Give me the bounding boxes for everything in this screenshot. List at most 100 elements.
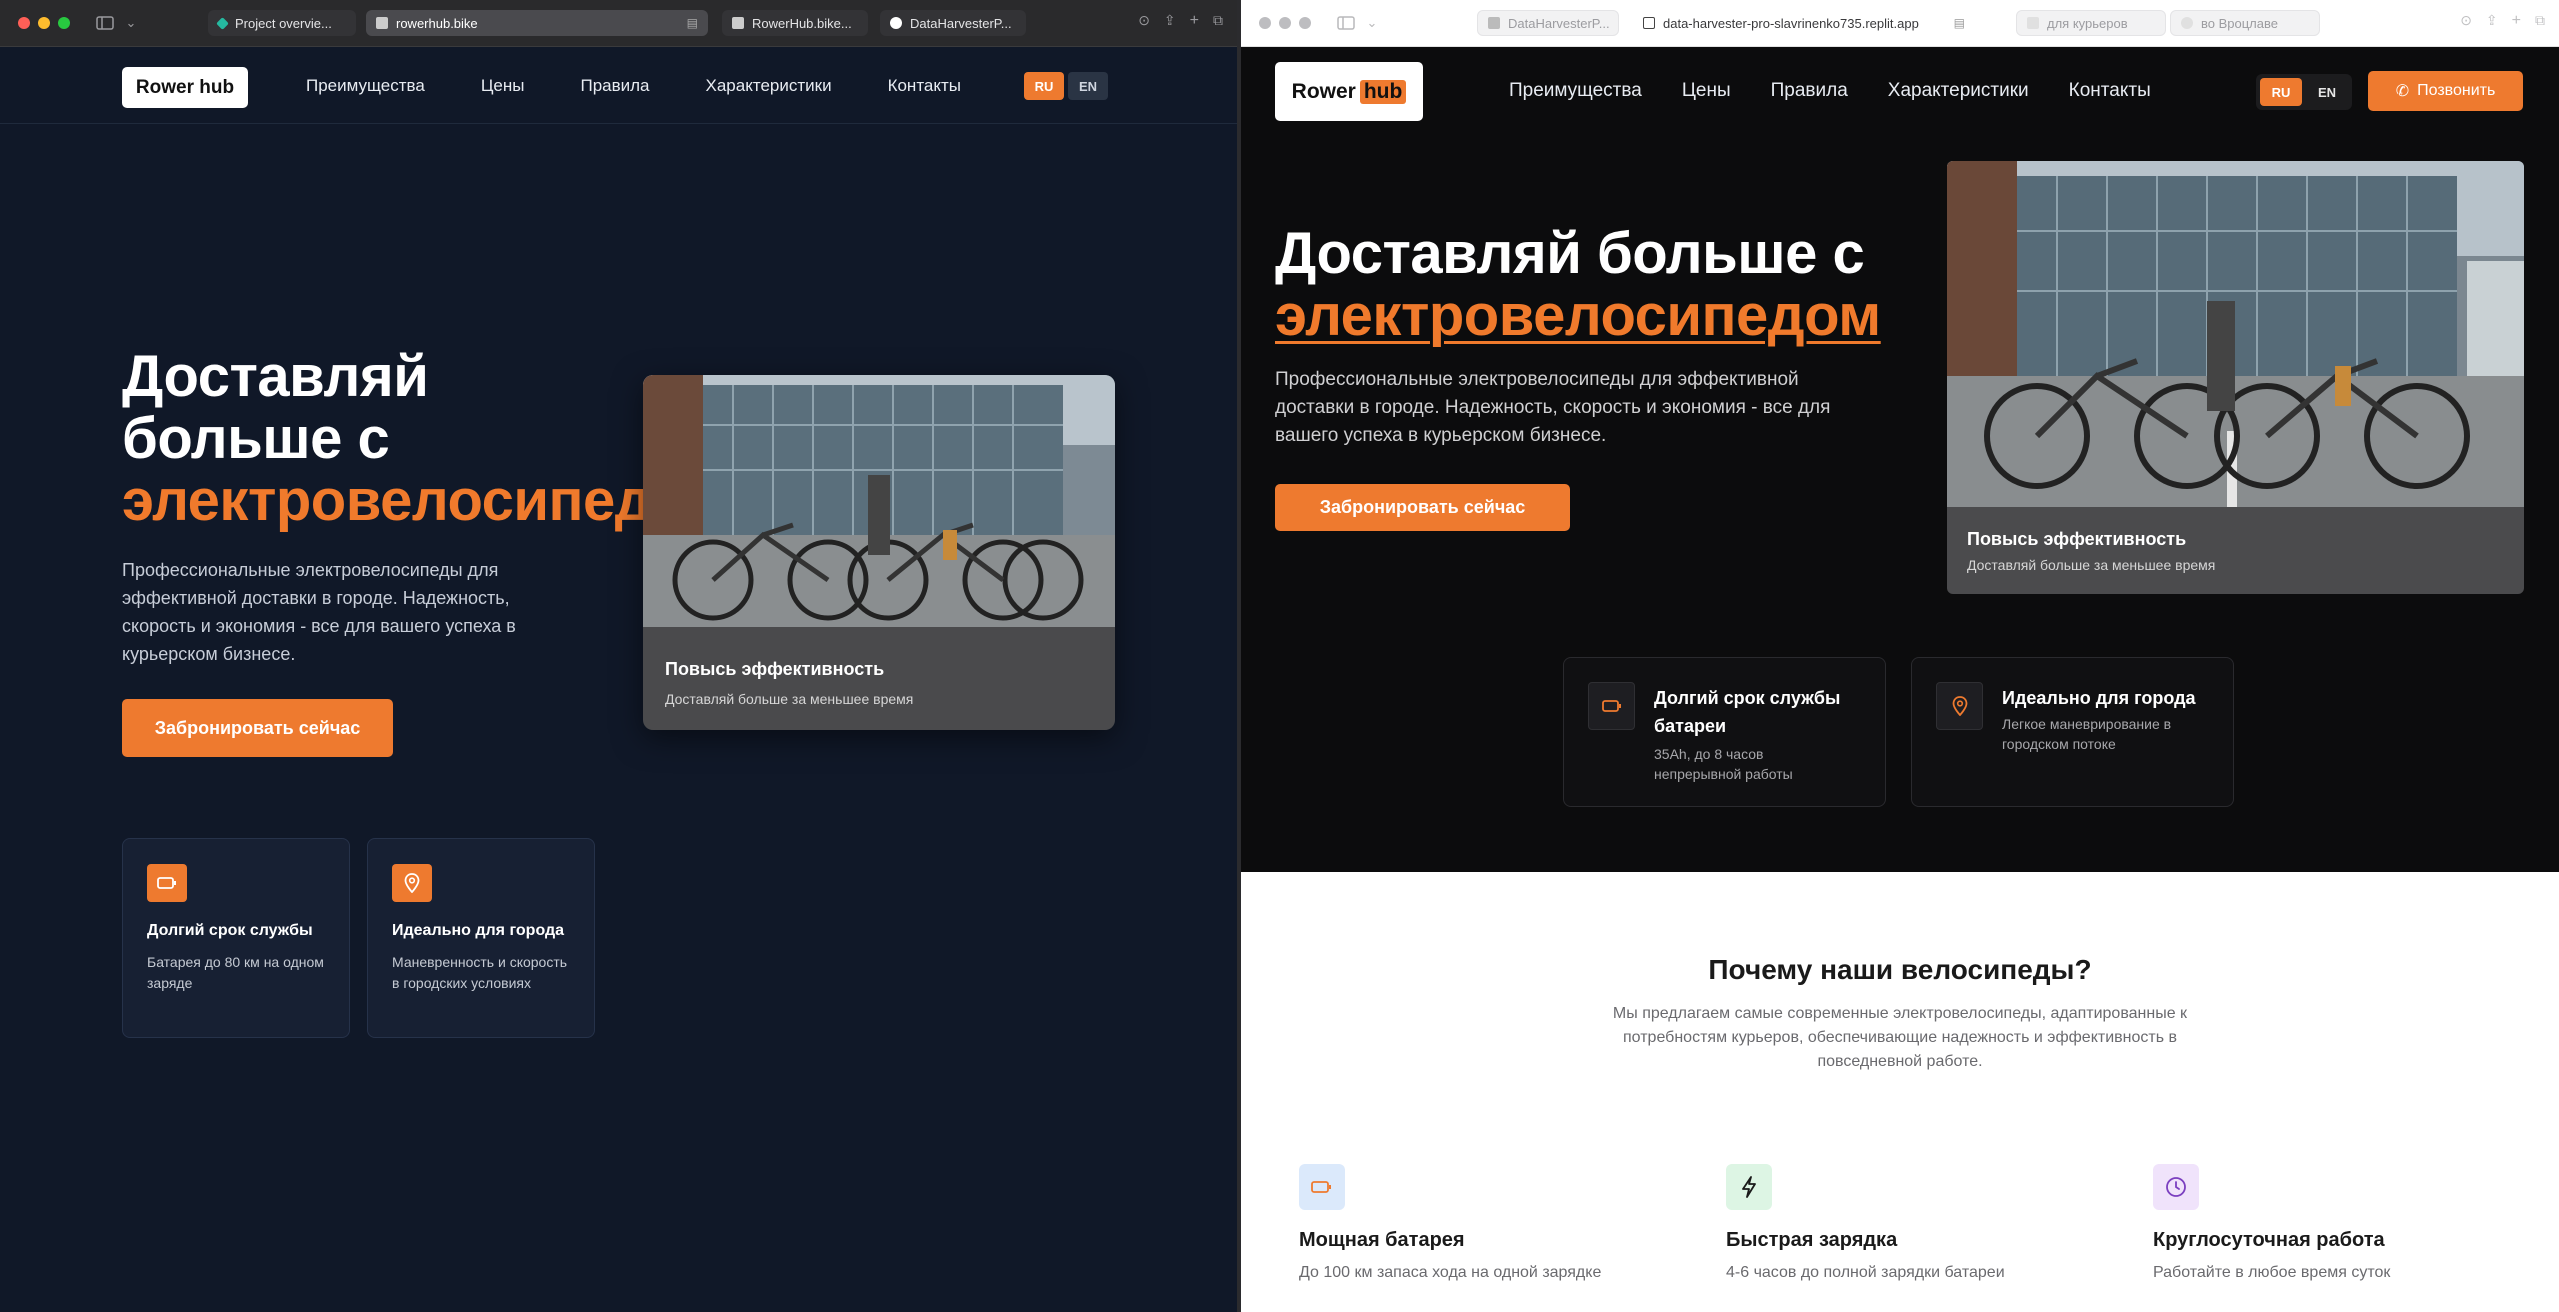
lang-ru-button[interactable]: RU: [1024, 72, 1064, 100]
share-icon[interactable]: ⇪: [2486, 12, 2498, 30]
nav-contacts[interactable]: Контакты: [888, 76, 961, 96]
tab-active[interactable]: rowerhub.bike ▤: [366, 10, 708, 36]
tab[interactable]: Project overvie...: [208, 10, 356, 36]
tab-favicon-icon: [376, 17, 388, 29]
feature-text-line: 35Ah, до 8 часов: [1654, 746, 1764, 762]
download-icon[interactable]: ⊙: [1138, 12, 1150, 30]
tab[interactable]: RowerHub.bike...: [722, 10, 868, 36]
minimize-window-button[interactable]: [1279, 17, 1291, 29]
hero-description: Профессиональные электровелосипеды для э…: [122, 560, 516, 664]
lang-en-button[interactable]: EN: [1068, 72, 1108, 100]
tab-label: data-harvester-pro-slavrinenko735.replit…: [1663, 15, 1919, 31]
sidebar-toggle-icon[interactable]: [92, 13, 118, 33]
clock-icon: [2153, 1164, 2199, 1210]
hero-title-accent: электровелосипед: [122, 470, 652, 532]
minimize-window-button[interactable]: [38, 17, 50, 29]
feature-title-line: батареи: [1654, 716, 1727, 736]
logo-text-accent: hub: [1359, 79, 1407, 104]
logo[interactable]: Rower hub: [122, 67, 248, 108]
nav-specs[interactable]: Характеристики: [706, 76, 832, 96]
tab-label: DataHarvesterP...: [1508, 15, 1610, 31]
feature-title-line: Идеально для города: [2002, 688, 2196, 708]
photo-caption: Повысь эффективность Доставляй больше за…: [1947, 507, 2524, 594]
lang-en-button[interactable]: EN: [2306, 78, 2348, 106]
tab-favicon-icon: [1643, 17, 1655, 29]
benefit-title: Мощная батарея: [1299, 1229, 1465, 1251]
book-now-button[interactable]: Забронировать сейчас: [122, 699, 393, 757]
chevron-down-icon[interactable]: ⌄: [118, 13, 144, 33]
feature-card: Идеально для города Маневренность и скор…: [367, 838, 595, 1038]
feature-card: Долгий срок службы батареи 35Ah, до 8 ча…: [1563, 657, 1886, 807]
photo-caption-title: Повысь эффективность: [665, 659, 885, 679]
right-browser-window: ⌄ DataHarvesterP... data-harvester-pro-s…: [1241, 0, 2559, 1312]
feature-text-line: городском потоке: [2002, 736, 2116, 752]
call-button[interactable]: ✆ Позвонить: [2368, 71, 2523, 111]
tab-overview-icon[interactable]: ⧉: [1213, 12, 1223, 30]
nav-prices[interactable]: Цены: [1682, 80, 1731, 102]
benefit-text: До 100 км запаса хода на одной зарядке: [1299, 1264, 1602, 1281]
download-icon[interactable]: ⊙: [2460, 12, 2472, 30]
browser-toolbar: ⌄ DataHarvesterP... data-harvester-pro-s…: [1241, 0, 2559, 47]
browser-toolbar: ⌄ Project overvie... rowerhub.bike ▤ Row…: [0, 0, 1237, 47]
book-now-label: Забронировать сейчас: [154, 717, 361, 738]
new-tab-icon[interactable]: +: [1190, 12, 1199, 30]
tab-label: для курьеров: [2047, 15, 2128, 31]
nav-contacts[interactable]: Контакты: [2069, 80, 2151, 102]
photo-caption: Повысь эффективность Доставляй больше за…: [643, 627, 1115, 730]
nav-rules[interactable]: Правила: [580, 76, 649, 96]
tab-active[interactable]: data-harvester-pro-slavrinenko735.replit…: [1633, 10, 1975, 36]
lang-ru-button[interactable]: RU: [2260, 78, 2302, 106]
tab[interactable]: DataHarvesterP...: [880, 10, 1026, 36]
hero-title: Доставляй больше с электровелосипед: [122, 346, 652, 532]
map-pin-icon: [1936, 682, 1983, 730]
main-nav: Преимущества Цены Правила Характеристики…: [306, 76, 961, 96]
hero-description: Профессиональные электровелосипеды для э…: [1275, 369, 1831, 446]
close-window-button[interactable]: [1259, 17, 1271, 29]
toolbar-actions: ⊙ ⇪ + ⧉: [1138, 12, 1223, 30]
reader-icon[interactable]: ▤: [1954, 16, 1965, 30]
zoom-window-button[interactable]: [58, 17, 70, 29]
why-title: Почему наши велосипеды?: [1708, 954, 2092, 985]
toolbar-actions: ⊙ ⇪ + ⧉: [2460, 12, 2545, 30]
nav-advantages[interactable]: Преимущества: [306, 76, 425, 96]
feature-card: Идеально для города Легкое маневрировани…: [1911, 657, 2234, 807]
book-now-label: Забронировать сейчас: [1319, 497, 1526, 517]
hero-photo-card: Повысь эффективность Доставляй больше за…: [1947, 161, 2524, 594]
tab[interactable]: во Вроцлаве: [2170, 10, 2320, 36]
tab[interactable]: DataHarvesterP...: [1477, 10, 1619, 36]
logo[interactable]: Rower hub: [1275, 62, 1423, 121]
close-window-button[interactable]: [18, 17, 30, 29]
benefit-title: Круглосуточная работа: [2153, 1229, 2385, 1251]
tab-favicon-icon: [2027, 17, 2039, 29]
feature-title: Идеально для города: [2002, 684, 2196, 712]
hero-title-line: больше с: [122, 406, 390, 471]
feature-text: 35Ah, до 8 часов непрерывной работы: [1654, 744, 1793, 784]
feature-text-line: Легкое маневрирование в: [2002, 716, 2172, 732]
tab-overview-icon[interactable]: ⧉: [2535, 12, 2545, 30]
zoom-window-button[interactable]: [1299, 17, 1311, 29]
bikes-photo: [643, 375, 1115, 627]
reader-icon[interactable]: ▤: [687, 16, 698, 30]
nav-specs[interactable]: Характеристики: [1888, 80, 2029, 102]
bikes-photo: [1947, 161, 2524, 507]
map-pin-icon: [392, 864, 432, 902]
benefit-text: 4-6 часов до полной зарядки батареи: [1726, 1264, 2005, 1281]
nav-prices[interactable]: Цены: [481, 76, 525, 96]
tab[interactable]: для курьеров: [2016, 10, 2166, 36]
hero-title-line: Доставляй: [122, 344, 429, 409]
nav-rules[interactable]: Правила: [1771, 80, 1848, 102]
chevron-down-icon[interactable]: ⌄: [1359, 13, 1385, 33]
hero-photo-card: Повысь эффективность Доставляй больше за…: [643, 375, 1115, 730]
hero-title: Доставляй больше с электровелосипедом: [1275, 223, 1881, 347]
photo-caption-title: Повысь эффективность: [1967, 529, 2187, 549]
share-icon[interactable]: ⇪: [1164, 12, 1176, 30]
book-now-button[interactable]: Забронировать сейчас: [1275, 484, 1570, 531]
new-tab-icon[interactable]: +: [2512, 12, 2521, 30]
tab-label: во Вроцлаве: [2201, 15, 2278, 31]
sidebar-toggle-icon[interactable]: [1333, 13, 1359, 33]
feature-card: Долгий срок службы Батарея до 80 км на о…: [122, 838, 350, 1038]
phone-icon: ✆: [2395, 83, 2410, 100]
nav-advantages[interactable]: Преимущества: [1509, 80, 1642, 102]
logo-text: Rower: [1291, 79, 1356, 103]
feature-text-line: непрерывной работы: [1654, 766, 1793, 782]
